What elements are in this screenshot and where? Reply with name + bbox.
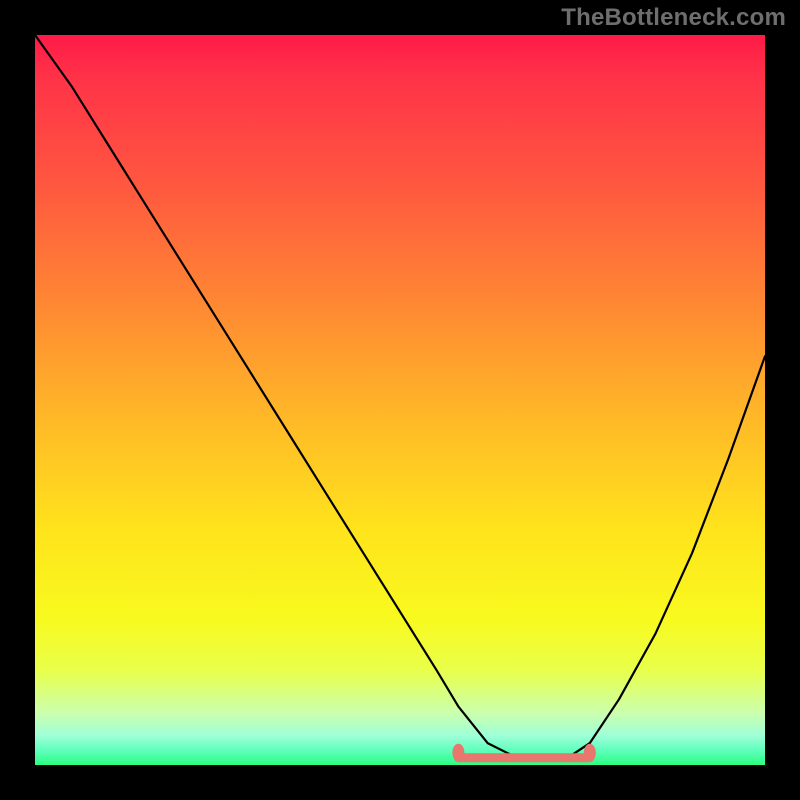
- sweet-spot-start-cap: [452, 744, 464, 762]
- bottleneck-curve: [35, 35, 765, 758]
- sweet-spot-end-cap: [584, 744, 596, 762]
- watermark-label: TheBottleneck.com: [561, 4, 786, 32]
- chart-svg: [35, 35, 765, 765]
- chart-frame: TheBottleneck.com: [0, 0, 800, 800]
- plot-area: [35, 35, 765, 765]
